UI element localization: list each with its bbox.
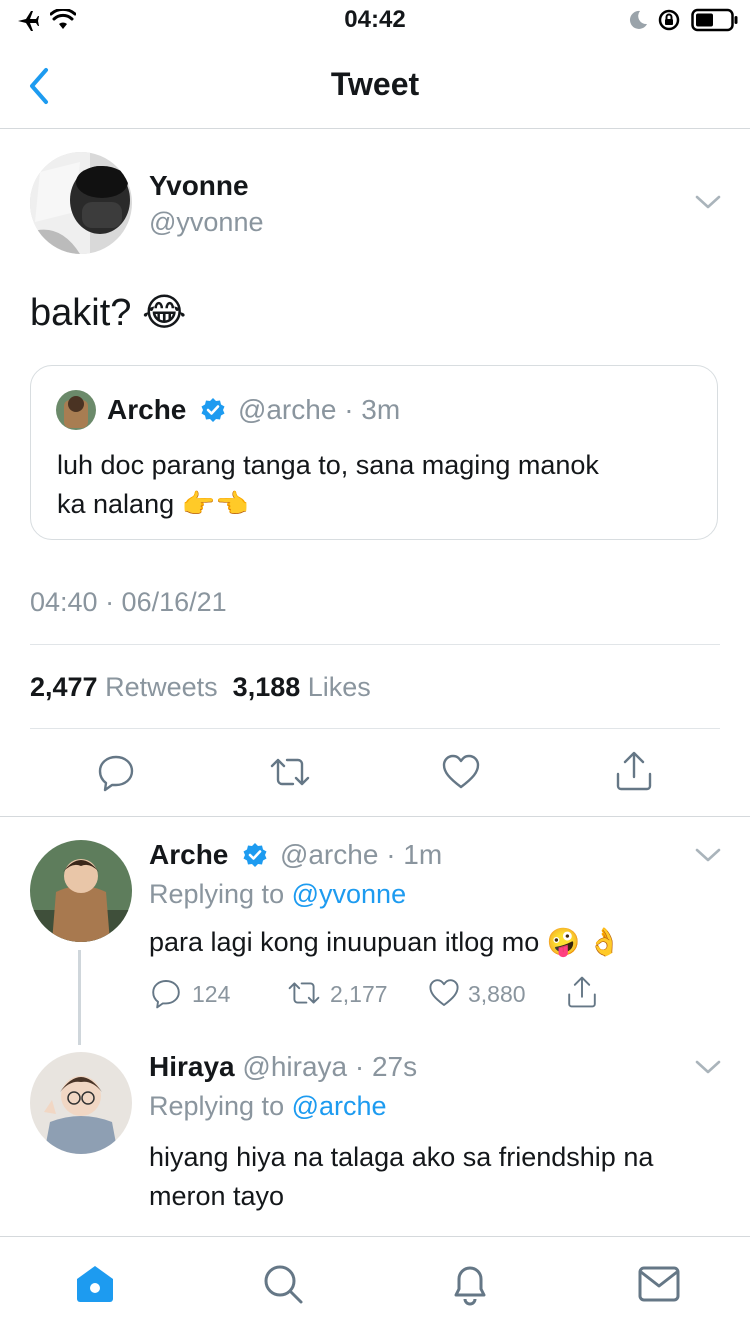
replying-prefix: Replying to bbox=[149, 879, 285, 909]
chevron-down-icon[interactable] bbox=[694, 845, 722, 865]
battery-icon bbox=[691, 8, 738, 32]
chevron-down-icon[interactable] bbox=[694, 192, 722, 212]
tweet-timestamp: 04:40 · 06/16/21 bbox=[30, 587, 227, 617]
retweets-count: 2,477 bbox=[30, 672, 98, 702]
rotation-lock-icon bbox=[658, 9, 680, 31]
share-icon[interactable] bbox=[566, 975, 598, 1009]
avatar-arche-small bbox=[56, 390, 96, 430]
search-icon[interactable] bbox=[262, 1263, 304, 1305]
tweet-text: bakit? 😂 bbox=[30, 292, 187, 334]
avatar-yvonne[interactable] bbox=[30, 152, 132, 254]
reply-text-line: hiyang hiya na talaga ako sa friendship … bbox=[149, 1142, 654, 1172]
share-icon[interactable] bbox=[614, 750, 654, 792]
reply-text: hiyang hiya na talaga ako sa friendship … bbox=[149, 1138, 653, 1216]
reply-time: · 1m bbox=[386, 839, 443, 870]
reply-time: · 27s bbox=[354, 1051, 418, 1082]
divider bbox=[30, 728, 720, 729]
like-icon[interactable] bbox=[428, 977, 460, 1009]
quoted-text-line: luh doc parang tanga to, sana maging man… bbox=[57, 450, 599, 480]
avatar-arche[interactable] bbox=[30, 840, 132, 942]
tweet-stats: 2,477 Retweets 3,188 Likes bbox=[30, 672, 371, 703]
quoted-header: Arche @arche · 3m bbox=[107, 394, 400, 427]
page-title: Tweet bbox=[330, 66, 420, 102]
likes-label: Likes bbox=[307, 672, 371, 702]
replying-to: Replying to @yvonne bbox=[149, 879, 406, 910]
tab-bar bbox=[0, 1236, 750, 1335]
replying-prefix: Replying to bbox=[149, 1091, 285, 1121]
reply-text: para lagi kong inuupuan itlog mo 🤪 👌 bbox=[149, 927, 622, 957]
likes-stat[interactable]: 3,188 Likes bbox=[233, 672, 371, 702]
messages-icon[interactable] bbox=[638, 1265, 680, 1303]
author-name[interactable]: Yvonne bbox=[149, 170, 249, 202]
reply-author-name[interactable]: Hiraya bbox=[149, 1051, 235, 1082]
divider bbox=[30, 644, 720, 645]
verified-badge-icon bbox=[201, 397, 225, 422]
replying-to-link[interactable]: @arche bbox=[292, 1091, 387, 1121]
reply-author-handle[interactable]: @hiraya bbox=[242, 1051, 347, 1082]
verified-badge-icon bbox=[243, 842, 267, 867]
nav-bar: Tweet bbox=[0, 40, 750, 129]
reply-icon[interactable] bbox=[96, 752, 136, 792]
reply-header: Hiraya @hiraya · 27s bbox=[149, 1051, 417, 1083]
reply-icon[interactable] bbox=[150, 977, 182, 1009]
author-handle[interactable]: @yvonne bbox=[149, 207, 263, 238]
retweets-label: Retweets bbox=[105, 672, 218, 702]
quoted-author-name: Arche bbox=[107, 394, 187, 425]
replying-to-link[interactable]: @yvonne bbox=[292, 879, 406, 909]
reply-actions: 124 2,177 3,880 bbox=[150, 975, 710, 1011]
reply-header: Arche @arche · 1m bbox=[149, 839, 442, 872]
home-icon[interactable] bbox=[74, 1263, 116, 1305]
retweet-icon[interactable] bbox=[286, 977, 322, 1009]
quoted-text: luh doc parang tanga to, sana maging man… bbox=[57, 446, 599, 524]
like-icon[interactable] bbox=[441, 752, 481, 792]
likes-count: 3,188 bbox=[232, 672, 301, 702]
quoted-text-line: ka nalang 👉👈 bbox=[57, 489, 249, 519]
quoted-author-handle: @arche bbox=[237, 394, 337, 425]
reply-text-line: meron tayo bbox=[149, 1181, 285, 1211]
replying-to: Replying to @arche bbox=[149, 1091, 387, 1122]
reply-author-handle[interactable]: @arche bbox=[280, 839, 378, 870]
status-bar: 04:42 bbox=[0, 0, 750, 40]
section-divider bbox=[0, 816, 750, 817]
moon-icon bbox=[629, 10, 647, 29]
avatar-hiraya[interactable] bbox=[30, 1052, 132, 1154]
retweet-icon[interactable] bbox=[268, 752, 312, 792]
reply-author-name[interactable]: Arche bbox=[149, 839, 228, 870]
like-count: 3,880 bbox=[468, 981, 526, 1007]
thread-line bbox=[78, 950, 81, 1045]
reply-count: 124 bbox=[192, 981, 231, 1007]
retweets-stat[interactable]: 2,477 Retweets bbox=[30, 672, 218, 702]
retweet-count: 2,177 bbox=[330, 981, 388, 1007]
notifications-icon[interactable] bbox=[450, 1261, 490, 1307]
chevron-down-icon[interactable] bbox=[694, 1057, 722, 1077]
quoted-time: · 3m bbox=[344, 394, 401, 425]
